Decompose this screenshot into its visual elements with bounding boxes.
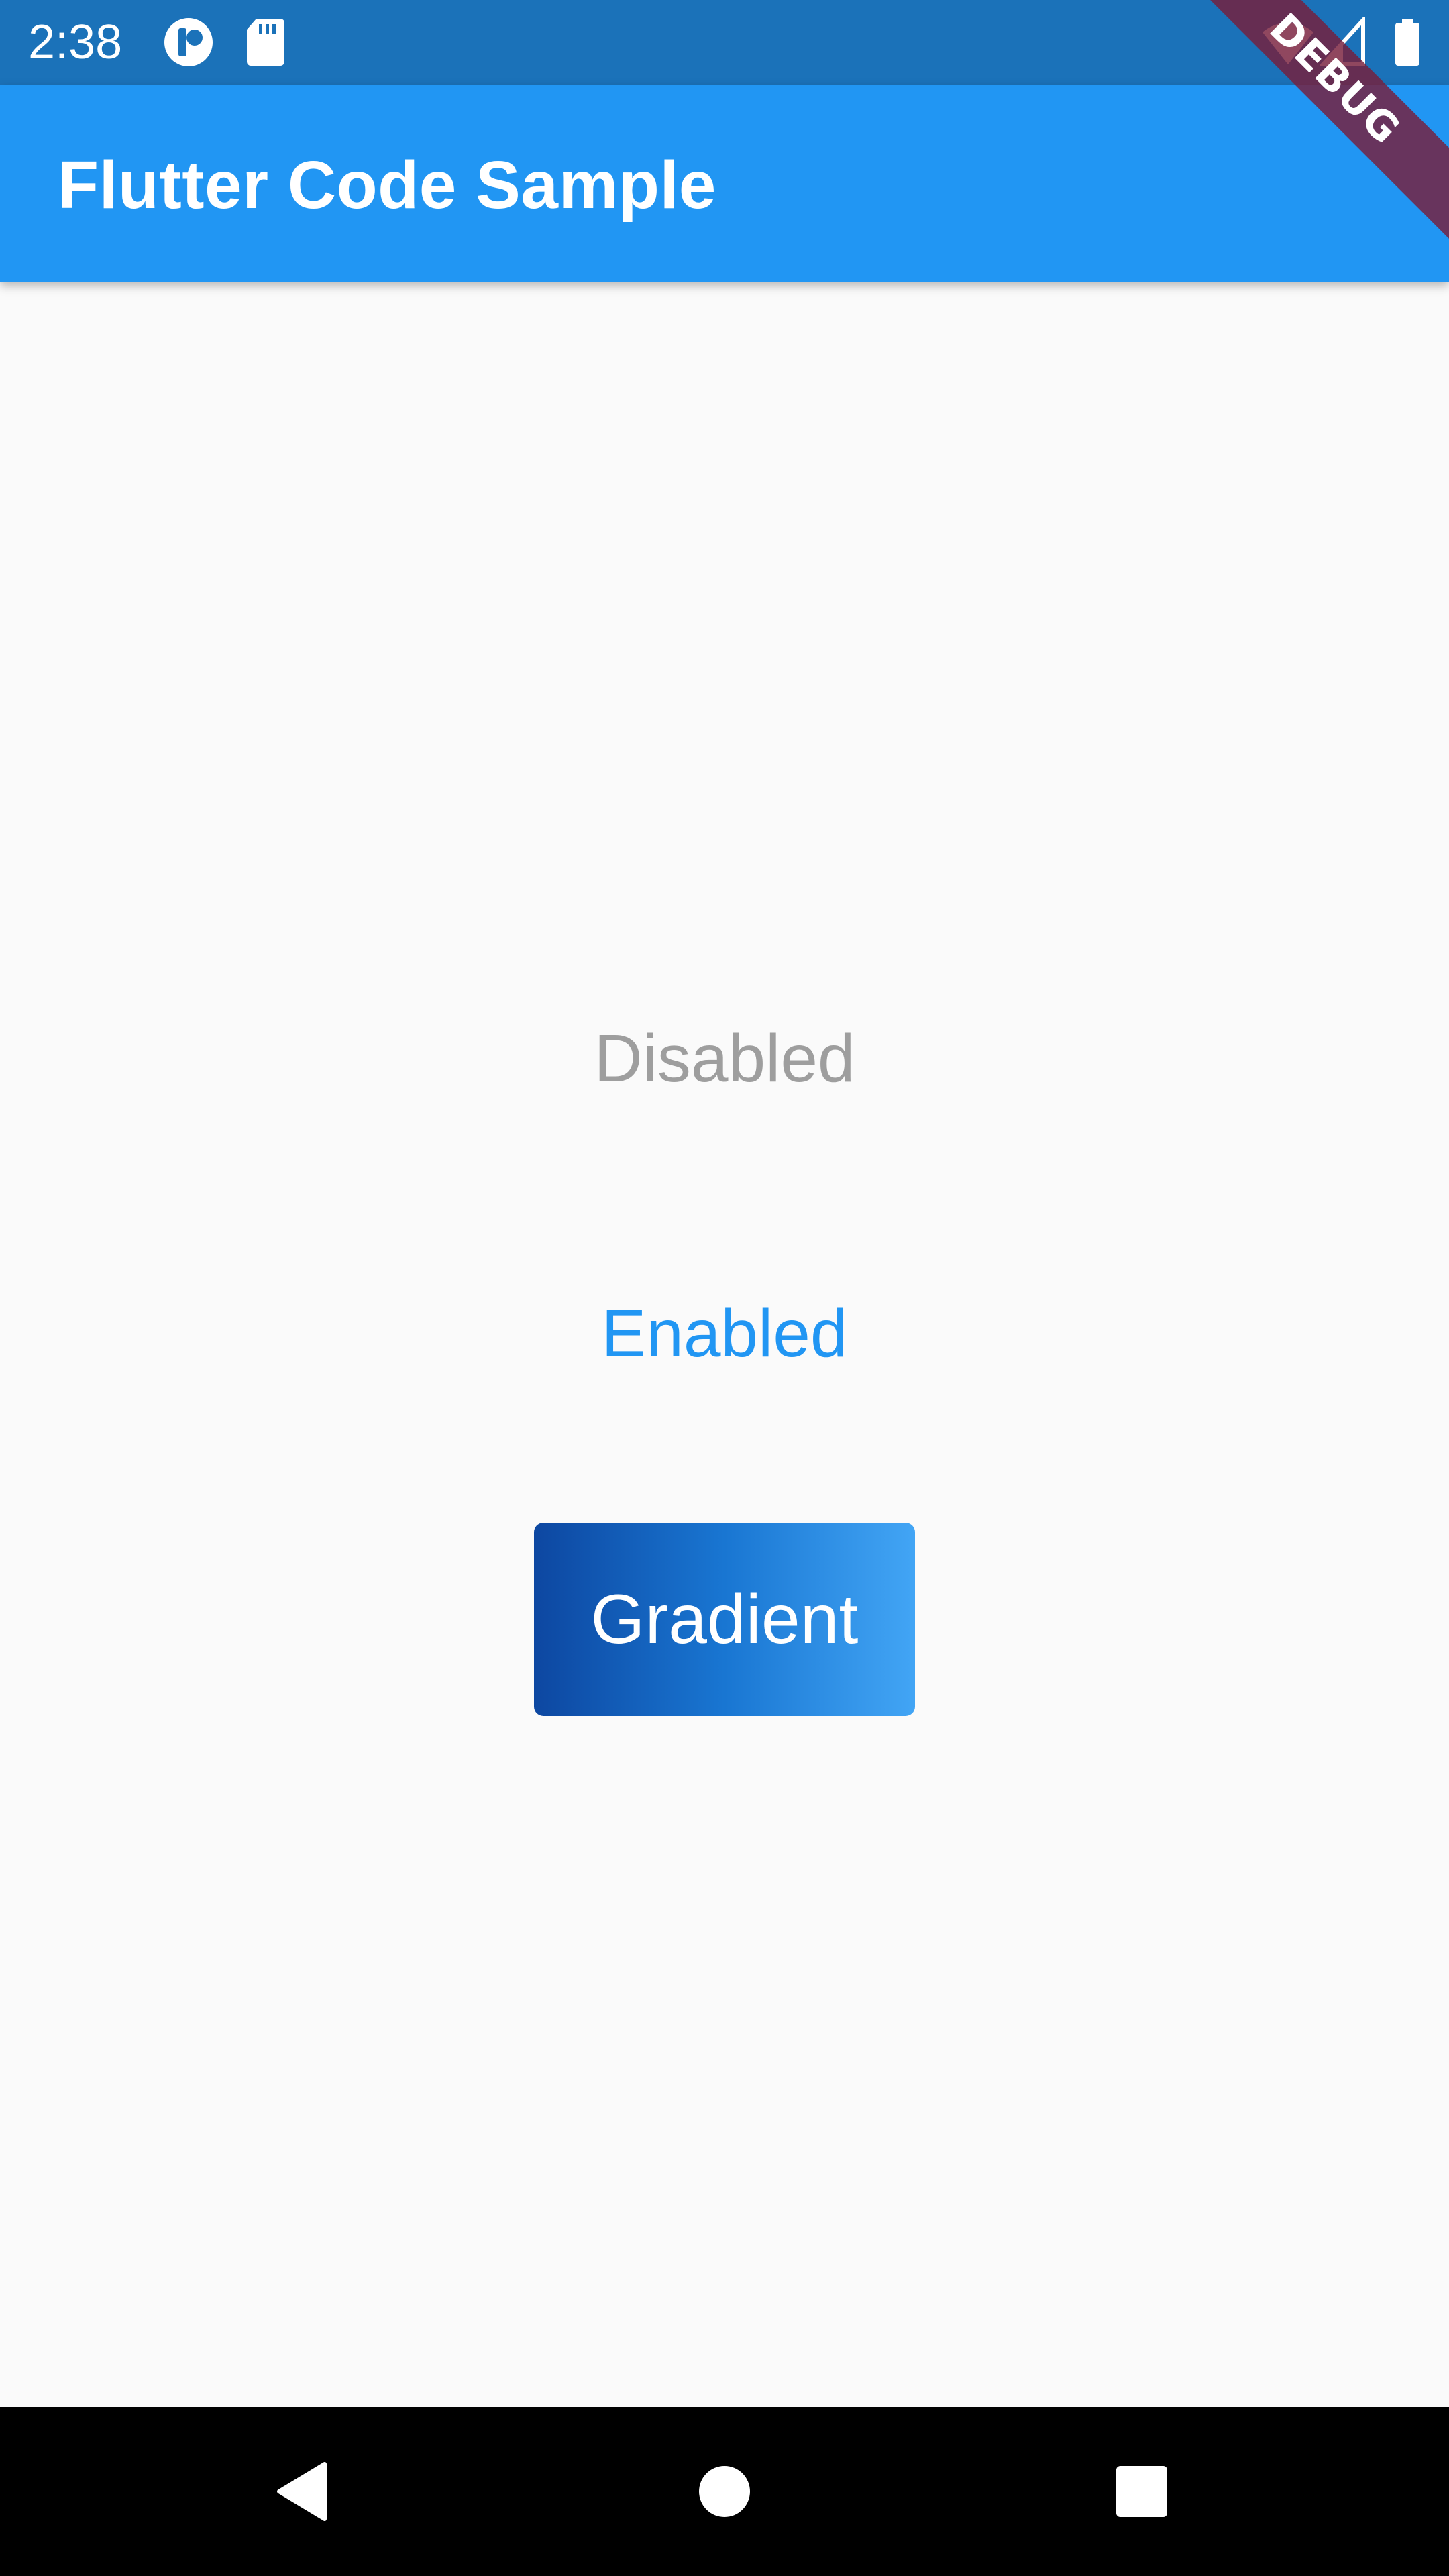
- sd-card-icon: [247, 19, 284, 66]
- app-screen: 2:38 Flutter Code Sample DEBUG Disabled …: [0, 0, 1449, 2576]
- recents-icon: [1116, 2466, 1167, 2517]
- app-notification-icon: [164, 18, 213, 66]
- navigation-bar: [0, 2407, 1449, 2576]
- status-time: 2:38: [28, 15, 123, 69]
- home-icon: [699, 2466, 750, 2517]
- gradient-button[interactable]: Gradient: [534, 1523, 915, 1716]
- nav-recents-button[interactable]: [1102, 2451, 1182, 2532]
- enabled-text-button[interactable]: Enabled: [0, 1293, 1449, 1374]
- disabled-text-button: Disabled: [0, 1018, 1449, 1099]
- content-area: Disabled Enabled Gradient: [0, 282, 1449, 2407]
- nav-home-button[interactable]: [684, 2451, 765, 2532]
- battery-icon: [1395, 19, 1419, 66]
- back-icon: [277, 2462, 327, 2521]
- app-bar: Flutter Code Sample: [0, 85, 1449, 282]
- app-bar-title: Flutter Code Sample: [58, 148, 716, 223]
- nav-back-button[interactable]: [262, 2451, 342, 2532]
